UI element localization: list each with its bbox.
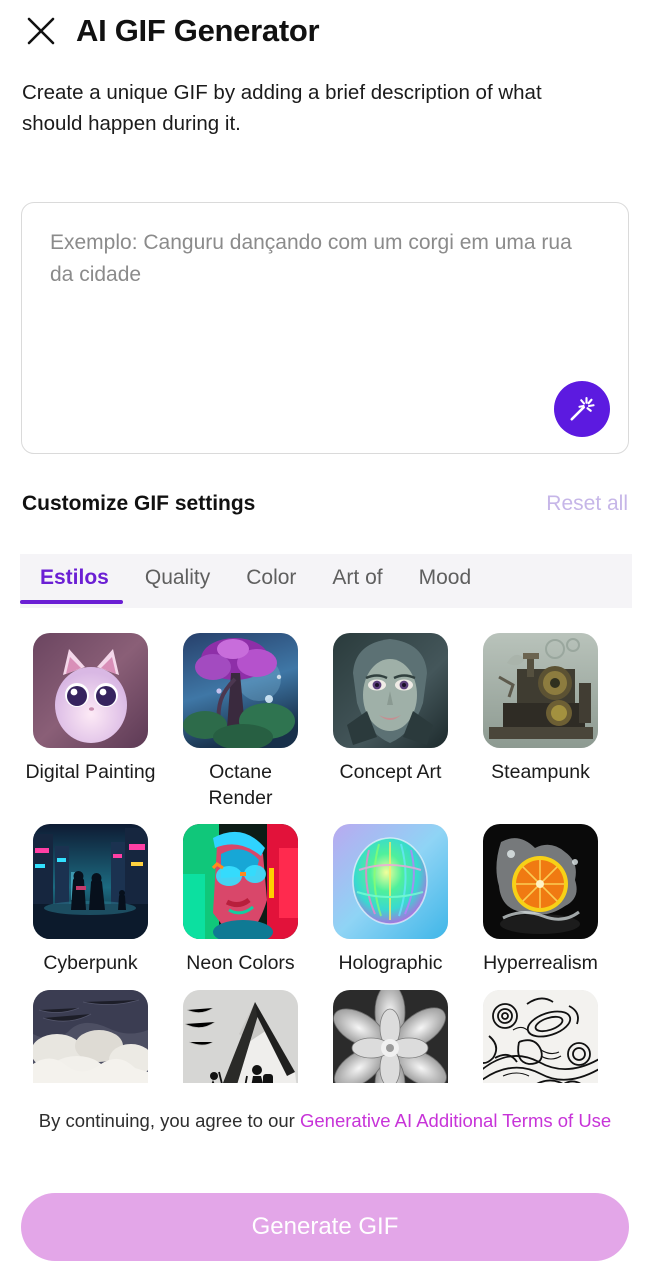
close-icon[interactable] — [24, 14, 58, 48]
settings-header: Customize GIF settings Reset all — [22, 492, 628, 516]
tab-mood[interactable]: Mood — [401, 554, 490, 604]
iridescent-sphere-thumb — [333, 824, 448, 939]
legal-notice: By continuing, you agree to our Generati… — [26, 1107, 624, 1135]
style-option-label: Octane Render — [208, 761, 273, 810]
style-option-octane-render[interactable]: Octane Render — [183, 633, 298, 812]
style-option-row3-1[interactable] — [33, 990, 148, 1083]
generate-gif-button[interactable]: Generate GIF — [21, 1193, 629, 1261]
prompt-placeholder: Exemplo: Canguru dançando com um corgi e… — [50, 231, 578, 286]
style-option-hyperrealism[interactable]: Hyperrealism — [483, 824, 598, 976]
reset-all-button[interactable]: Reset all — [546, 492, 628, 516]
style-option-digital-painting[interactable]: Digital Painting — [25, 633, 156, 812]
ai-gif-generator-screen: AI GIF Generator Create a unique GIF by … — [0, 0, 650, 1280]
neon-portrait-glasses-thumb — [183, 824, 298, 939]
style-option-concept-art[interactable]: Concept Art — [333, 633, 448, 812]
style-option-steampunk[interactable]: Steampunk — [483, 633, 598, 812]
style-option-neon-colors[interactable]: Neon Colors — [183, 824, 298, 976]
style-option-row3-2[interactable] — [183, 990, 298, 1083]
armored-face-thumb — [333, 633, 448, 748]
legal-prefix: By continuing, you agree to our — [38, 1110, 300, 1131]
prompt-input[interactable]: Exemplo: Canguru dançando com um corgi e… — [21, 202, 629, 454]
style-option-row3-4[interactable] — [483, 990, 598, 1083]
magic-wand-button[interactable] — [554, 381, 610, 437]
tab-estilos[interactable]: Estilos — [20, 554, 127, 604]
mountain-engraving-thumb — [183, 990, 298, 1083]
description-text: Create a unique GIF by adding a brief de… — [22, 81, 542, 135]
neon-city-silhouettes-thumb — [33, 824, 148, 939]
header: AI GIF Generator — [0, 0, 650, 48]
style-option-label: Steampunk — [491, 761, 590, 783]
style-option-label: Concept Art — [339, 761, 442, 783]
steampunk-machine-thumb — [483, 633, 598, 748]
purple-tree-forest-thumb — [183, 633, 298, 748]
settings-tabbar: Estilos Quality Color Art of Mood — [20, 554, 632, 608]
style-option-label: Hyperrealism — [483, 952, 598, 974]
close-icon-glyph — [27, 17, 55, 45]
tab-quality[interactable]: Quality — [127, 554, 228, 604]
style-grid-row: Digital Painting Octane Render Concept A… — [25, 633, 598, 812]
magic-wand-icon — [570, 396, 595, 421]
settings-title: Customize GIF settings — [22, 492, 256, 515]
orange-splash-thumb — [483, 824, 598, 939]
tab-art-of[interactable]: Art of — [314, 554, 400, 604]
style-option-row3-3[interactable] — [333, 990, 448, 1083]
style-option-label: Digital Painting — [25, 761, 156, 783]
page-title: AI GIF Generator — [76, 13, 320, 48]
style-grid-row-clipped — [33, 990, 598, 1083]
style-grid-row: Cyberpunk Neon Colors Holographic Hyperr… — [33, 824, 598, 976]
prompt-area: Exemplo: Canguru dançando com um corgi e… — [21, 202, 629, 454]
charcoal-clouds-thumb — [33, 990, 148, 1083]
style-option-holographic[interactable]: Holographic — [333, 824, 448, 976]
style-option-label: Cyberpunk — [43, 952, 138, 974]
black-white-line-art-thumb — [483, 990, 598, 1083]
terms-link[interactable]: Generative AI Additional Terms of Use — [300, 1110, 611, 1131]
grayscale-flower-thumb — [333, 990, 448, 1083]
tab-color[interactable]: Color — [228, 554, 314, 604]
style-option-label: Neon Colors — [186, 952, 295, 974]
style-option-cyberpunk[interactable]: Cyberpunk — [33, 824, 148, 976]
fluffy-pink-cat-thumb — [33, 633, 148, 748]
style-option-label: Holographic — [338, 952, 443, 974]
